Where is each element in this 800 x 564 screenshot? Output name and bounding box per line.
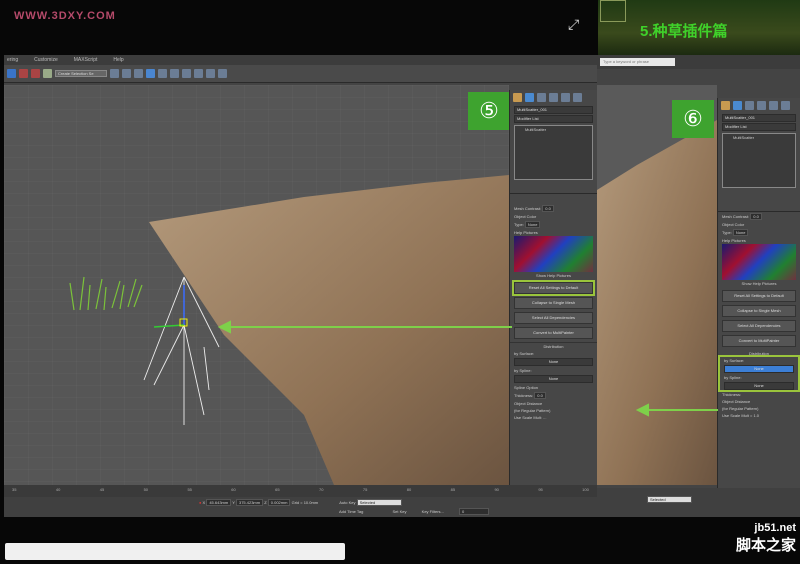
arrowhead-2 xyxy=(635,403,649,417)
watermark-bottom: jb51.net 脚本之家 xyxy=(736,522,796,555)
watermark-name: 脚本之家 xyxy=(735,537,796,554)
watermark-site: jb51.net xyxy=(754,522,796,534)
annotation-arrows xyxy=(217,320,718,417)
bottom-bar xyxy=(5,543,345,560)
arrowhead-1 xyxy=(217,320,231,334)
